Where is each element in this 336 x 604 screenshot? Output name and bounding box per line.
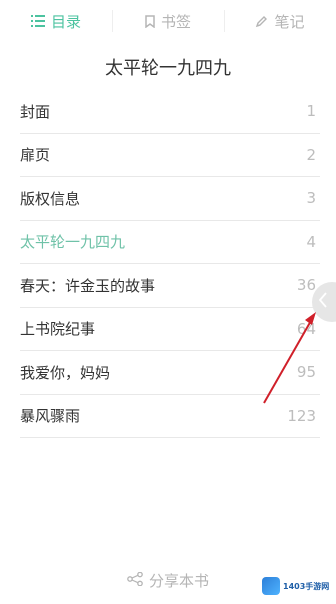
watermark-logo-icon [262,577,280,595]
pencil-icon [255,15,268,28]
toc-screen: 目录 书签 笔记 太平轮一九四九 封面 1 扉页 2 版权信息 3 太平轮一九四… [0,0,336,604]
list-icon [30,15,45,27]
watermark-text: 1403手游网 [283,581,330,591]
toc-item-label: 封面 [20,102,51,121]
toc-item-page: 2 [306,145,316,164]
toc-item-label: 上书院纪事 [20,320,96,339]
toc-item[interactable]: 上书院纪事 64 [20,308,320,351]
toc-item[interactable]: 暴风骤雨 123 [20,395,320,438]
toc-item-label: 暴风骤雨 [20,407,81,426]
tab-bookmarks-label: 书签 [160,12,191,31]
toc-item[interactable]: 我爱你，妈妈 95 [20,351,320,395]
tab-divider [112,10,113,32]
bookmark-icon [145,14,155,28]
toc-item-page: 123 [287,406,316,425]
share-icon [127,571,143,590]
toc-item-label: 太平轮一九四九 [20,233,126,252]
toc-item[interactable]: 版权信息 3 [20,177,320,221]
toc-item-label: 扉页 [20,146,51,165]
toc-item-page: 4 [306,232,316,251]
toc-item-page: 3 [306,189,316,208]
tab-toc[interactable]: 目录 [0,0,112,42]
book-title: 太平轮一九四九 [105,58,231,79]
toc-item-page: 1 [306,102,316,121]
toc-item-current[interactable]: 太平轮一九四九 4 [20,221,320,264]
tab-toc-label: 目录 [50,12,81,31]
toc-item-label: 版权信息 [20,189,81,208]
toc-item[interactable]: 封面 1 [20,90,320,134]
watermark: 1403手游网 [262,574,332,598]
toc-item[interactable]: 扉页 2 [20,134,320,177]
tab-bar: 目录 书签 笔记 [0,0,336,42]
toc-item-label: 春天：许金玉的故事 [20,276,156,295]
chevron-left-icon [318,292,328,312]
toc-item-page: 64 [296,319,316,338]
toc-list: 封面 1 扉页 2 版权信息 3 太平轮一九四九 4 春天：许金玉的故事 36 … [20,90,320,438]
tab-bookmarks[interactable]: 书签 [112,0,224,42]
toc-item-label: 我爱你，妈妈 [20,363,111,382]
toc-item-page: 95 [296,363,316,382]
share-label: 分享本书 [148,572,209,590]
tab-divider [224,10,225,32]
tab-notes-label: 笔记 [274,12,305,31]
tab-notes[interactable]: 笔记 [224,0,336,42]
toc-item[interactable]: 春天：许金玉的故事 36 [20,264,320,308]
